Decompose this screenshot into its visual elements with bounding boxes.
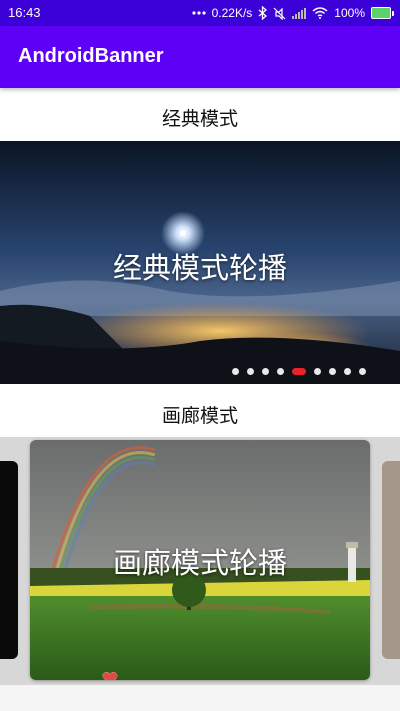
indicator-dot (314, 368, 321, 375)
classic-indicators (232, 368, 366, 375)
battery-percent: 100% (334, 6, 365, 20)
app-title: AndroidBanner (18, 45, 164, 67)
gallery-prev-card[interactable] (0, 461, 18, 659)
indicator-dot (277, 368, 284, 375)
indicator-dot-active (292, 368, 306, 375)
app-bar: AndroidBanner (0, 26, 400, 88)
mute-icon (273, 7, 286, 20)
indicator-dot (247, 368, 254, 375)
indicator-dot (262, 368, 269, 375)
indicator-dot (232, 368, 239, 375)
classic-banner-text: 经典模式轮播 (112, 251, 287, 285)
network-speed: 0.22K/s (211, 6, 253, 20)
signal-icon (292, 7, 307, 19)
bottom-area (0, 685, 400, 711)
gallery-main-card[interactable]: 画廊模式轮播 (30, 440, 370, 680)
indicator-dot (344, 368, 351, 375)
wifi-icon (312, 7, 328, 19)
gallery-next-card[interactable] (382, 461, 400, 659)
status-time: 16:43 (8, 5, 41, 20)
gallery-section-title: 画廊模式 (161, 405, 238, 427)
gallery-banner-text: 画廊模式轮播 (112, 546, 287, 580)
gallery-banner[interactable]: 画廊模式轮播 (0, 437, 400, 685)
status-icons: 0.22K/s 100% (191, 4, 394, 22)
heart-icon-active (102, 672, 118, 680)
indicator-dot (359, 368, 366, 375)
indicator-dot (329, 368, 336, 375)
battery-icon (371, 7, 394, 19)
dots-icon (191, 11, 206, 15)
classic-banner[interactable]: 经典模式轮播 (0, 141, 400, 384)
status-bar: 16:43 0.22K/s 100% (0, 0, 400, 26)
bluetooth-icon (258, 6, 268, 20)
classic-section-title: 经典模式 (161, 108, 238, 130)
